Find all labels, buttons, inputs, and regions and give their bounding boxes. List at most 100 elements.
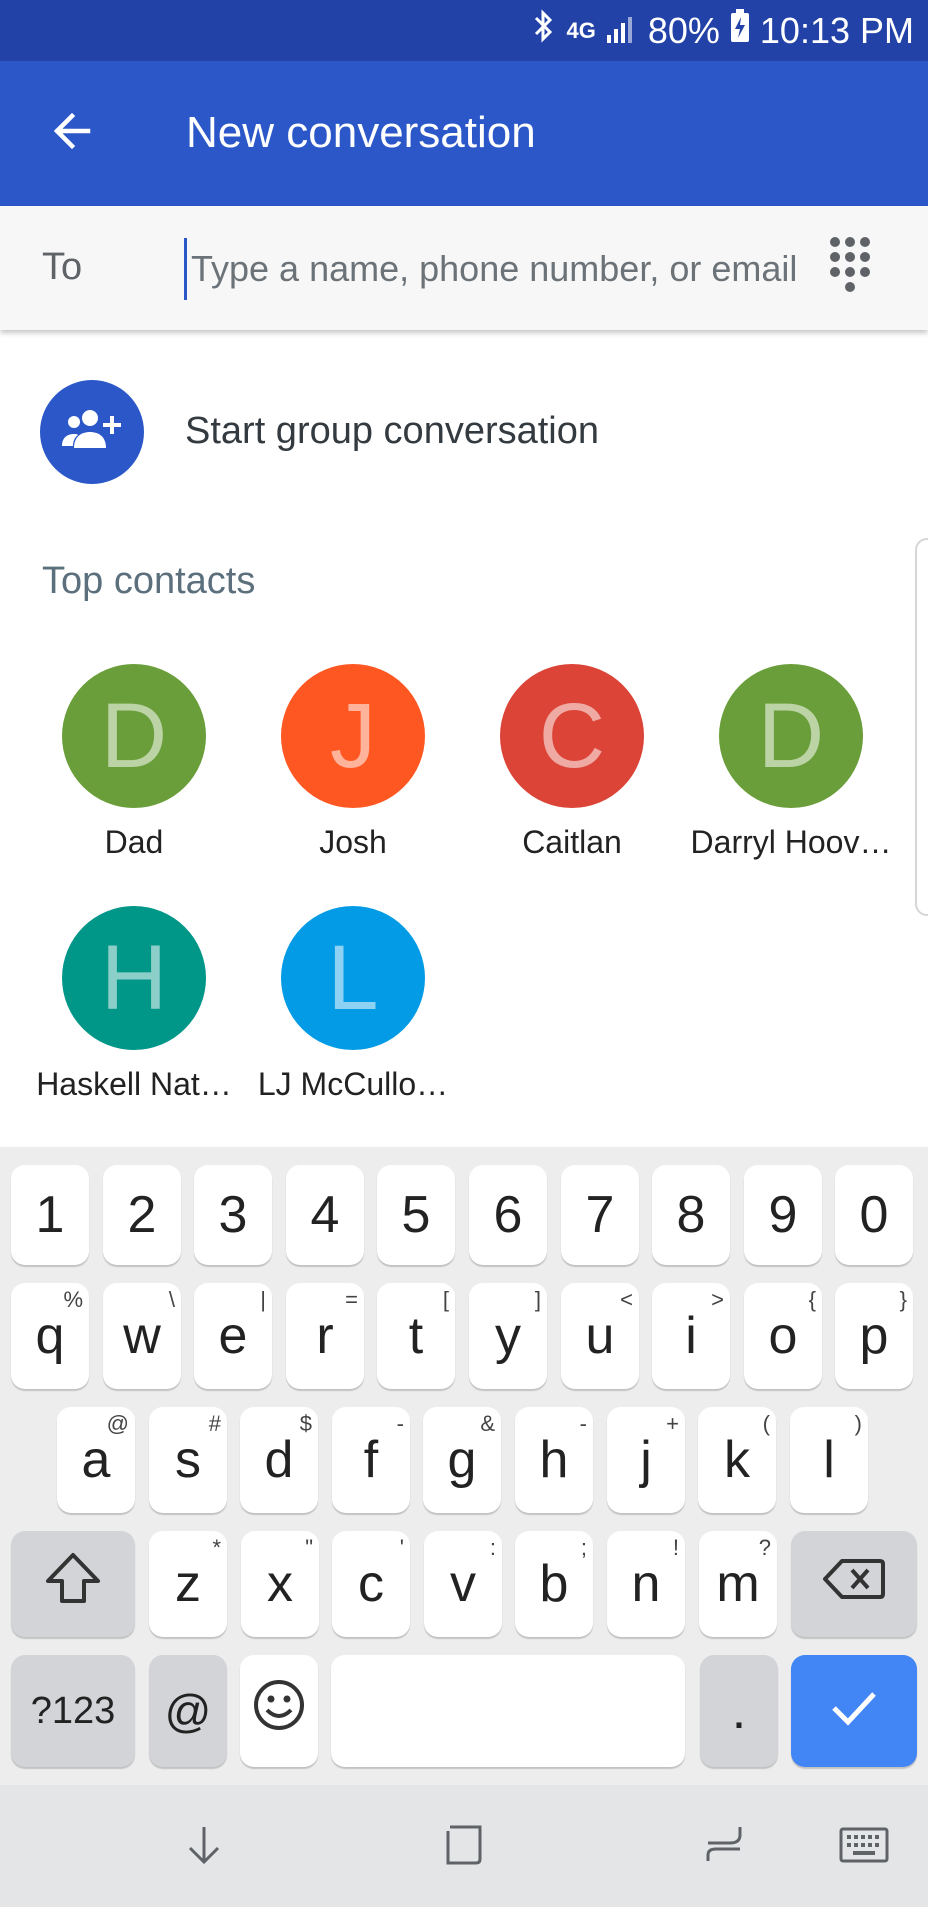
- recipient-input[interactable]: [184, 238, 813, 300]
- key-label: s: [175, 1431, 201, 1489]
- key-hint: [: [442, 1287, 449, 1312]
- network-icon: 4G: [566, 17, 596, 43]
- key-0[interactable]: 0: [835, 1165, 913, 1265]
- nav-keyboard-button[interactable]: [832, 1815, 896, 1879]
- key-t[interactable]: [t: [377, 1283, 455, 1389]
- key-label: g: [447, 1431, 477, 1489]
- key-w[interactable]: \ w: [103, 1283, 181, 1389]
- key-hint: ': [399, 1535, 404, 1560]
- key-x[interactable]: " x: [241, 1531, 319, 1637]
- backspace-key[interactable]: [791, 1531, 917, 1637]
- key-hint: >: [711, 1287, 724, 1312]
- key-label: o: [768, 1307, 798, 1365]
- key-label: l: [823, 1431, 835, 1489]
- key-i[interactable]: > i: [652, 1283, 730, 1389]
- key-r[interactable]: = r: [286, 1283, 364, 1389]
- at-key[interactable]: @: [149, 1655, 227, 1767]
- nav-recents-button[interactable]: [692, 1815, 756, 1879]
- key-hint: (: [762, 1411, 770, 1436]
- key-y[interactable]: ] y: [469, 1283, 547, 1389]
- key-q[interactable]: % q: [11, 1283, 89, 1389]
- key-label: 9: [768, 1186, 798, 1244]
- key-f[interactable]: -f: [332, 1407, 410, 1513]
- key-hint: +: [666, 1411, 679, 1436]
- key-j[interactable]: + j: [607, 1407, 685, 1513]
- contact-item[interactable]: D Dad: [20, 664, 220, 884]
- key-h[interactable]: -h: [515, 1407, 593, 1513]
- battery-percent: 80%: [647, 9, 720, 51]
- nav-recents-icon: [700, 1821, 748, 1874]
- key-m[interactable]: ? m: [699, 1531, 777, 1637]
- key-2[interactable]: 2: [103, 1165, 181, 1265]
- contact-item[interactable]: C Caitlan: [458, 664, 658, 884]
- key-hint: {: [808, 1287, 816, 1312]
- key-5[interactable]: 5: [377, 1165, 455, 1265]
- key-v[interactable]: :v: [424, 1531, 502, 1637]
- key-a[interactable]: @ a: [57, 1407, 135, 1513]
- contact-avatar: H: [62, 906, 206, 1050]
- key-hint: <: [620, 1287, 633, 1312]
- back-button[interactable]: [36, 97, 108, 169]
- contact-name: Caitlan: [522, 824, 622, 860]
- contact-item[interactable]: D Darryl Hoov…: [677, 664, 891, 884]
- shift-key[interactable]: [11, 1531, 135, 1637]
- top-contacts-title: Top contacts: [42, 560, 256, 602]
- key-hint: @: [106, 1411, 129, 1436]
- key-l[interactable]: ) l: [790, 1407, 868, 1513]
- symbols-key[interactable]: ?123: [11, 1655, 135, 1767]
- key-label: d: [264, 1431, 294, 1489]
- key-label: a: [81, 1431, 111, 1489]
- key-o[interactable]: {o: [744, 1283, 822, 1389]
- space-key[interactable]: [331, 1655, 685, 1767]
- key-9[interactable]: 9: [744, 1165, 822, 1265]
- key-hint: ]: [534, 1287, 541, 1312]
- emoji-key[interactable]: [240, 1655, 318, 1767]
- key-e[interactable]: | e: [194, 1283, 272, 1389]
- key-6[interactable]: 6: [469, 1165, 547, 1265]
- key-z[interactable]: * z: [149, 1531, 227, 1637]
- key-label: 6: [493, 1186, 523, 1244]
- key-s[interactable]: # s: [149, 1407, 227, 1513]
- scroll-indicator[interactable]: [915, 538, 928, 916]
- key-label: v: [450, 1555, 476, 1613]
- key-b[interactable]: ; b: [515, 1531, 593, 1637]
- key-label: r: [316, 1307, 334, 1365]
- nav-home-button[interactable]: [432, 1815, 496, 1879]
- key-g[interactable]: & g: [423, 1407, 501, 1513]
- key-label: x: [267, 1555, 293, 1613]
- key-hint: |: [260, 1287, 266, 1312]
- key-7[interactable]: 7: [561, 1165, 639, 1265]
- enter-key[interactable]: [791, 1655, 917, 1767]
- dialpad-button[interactable]: [826, 234, 888, 304]
- start-group-label: Start group conversation: [185, 410, 600, 452]
- contact-item[interactable]: H Haskell Nat…: [20, 906, 232, 1126]
- contact-name: Dad: [104, 824, 164, 860]
- key-k[interactable]: (k: [698, 1407, 776, 1513]
- navigation-bar: [0, 1785, 928, 1907]
- contact-item[interactable]: J Josh: [239, 664, 439, 884]
- key-hint: *: [212, 1535, 221, 1560]
- start-group-conversation[interactable]: Start group conversation: [0, 372, 928, 494]
- recipient-row: To: [0, 206, 928, 330]
- period-key[interactable]: .: [700, 1655, 778, 1767]
- key-label: 3: [218, 1186, 248, 1244]
- key-4[interactable]: 4: [286, 1165, 364, 1265]
- key-d[interactable]: $ d: [240, 1407, 318, 1513]
- key-hint: =: [345, 1287, 358, 1312]
- key-3[interactable]: 3: [194, 1165, 272, 1265]
- nav-down-icon: [180, 1821, 228, 1874]
- key-u[interactable]: < u: [561, 1283, 639, 1389]
- key-label: .: [731, 1682, 747, 1740]
- key-c[interactable]: ' c: [332, 1531, 410, 1637]
- dialpad-icon: [826, 237, 888, 308]
- nav-hide-keyboard-button[interactable]: [172, 1815, 236, 1879]
- key-hint: :: [489, 1535, 496, 1560]
- key-1[interactable]: 1: [11, 1165, 89, 1265]
- contact-item[interactable]: L LJ McCullo…: [239, 906, 448, 1126]
- key-n[interactable]: ! n: [607, 1531, 685, 1637]
- key-hint: %: [63, 1287, 83, 1312]
- contact-name: Darryl Hoov…: [690, 824, 892, 860]
- key-p[interactable]: } p: [835, 1283, 913, 1389]
- key-8[interactable]: 8: [652, 1165, 730, 1265]
- key-label: 2: [127, 1186, 157, 1244]
